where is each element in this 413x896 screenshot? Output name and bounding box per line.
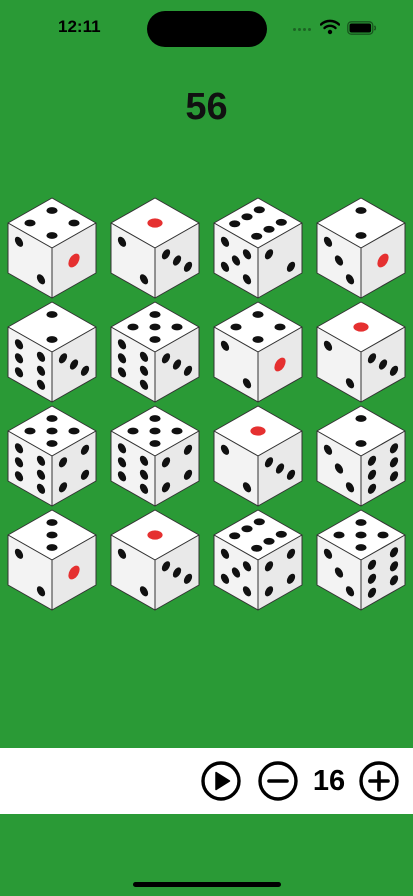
pip: [149, 427, 161, 435]
pip: [263, 537, 275, 545]
pip: [46, 232, 58, 239]
pip: [355, 415, 367, 422]
pip: [252, 311, 264, 318]
die[interactable]: [7, 509, 97, 611]
pip: [263, 225, 275, 233]
pip: [46, 440, 58, 447]
dynamic-island: [147, 11, 267, 47]
pip: [275, 530, 287, 538]
die[interactable]: [110, 301, 200, 403]
dice-grid: [7, 197, 406, 611]
pip: [127, 427, 139, 435]
pip: [377, 531, 389, 539]
die[interactable]: [213, 301, 303, 403]
cellular-signal-icon: [293, 28, 315, 34]
pip: [68, 219, 80, 227]
status-bar: 12:11: [0, 0, 413, 54]
red-pip: [353, 322, 369, 332]
pip: [46, 415, 58, 422]
pip: [251, 232, 263, 240]
pip: [229, 220, 241, 228]
plus-button[interactable]: [358, 760, 400, 802]
die[interactable]: [7, 197, 97, 299]
wifi-icon: [320, 19, 340, 35]
die[interactable]: [316, 301, 406, 403]
pip: [46, 519, 58, 526]
pip: [68, 427, 80, 435]
play-button[interactable]: [200, 760, 242, 802]
pip: [230, 323, 242, 331]
die[interactable]: [213, 509, 303, 611]
die[interactable]: [110, 405, 200, 507]
die[interactable]: [316, 197, 406, 299]
red-pip: [147, 218, 163, 228]
pip: [229, 532, 241, 540]
pip: [46, 544, 58, 551]
pip: [355, 544, 367, 551]
pip: [355, 207, 367, 214]
die[interactable]: [110, 197, 200, 299]
status-time: 12:11: [58, 17, 101, 36]
die[interactable]: [110, 509, 200, 611]
pip: [275, 218, 287, 226]
die[interactable]: [213, 405, 303, 507]
pip: [274, 323, 286, 331]
pip: [252, 336, 264, 343]
pip: [46, 207, 58, 214]
pip: [149, 336, 161, 343]
pip: [46, 336, 58, 343]
pip: [253, 206, 265, 214]
red-pip: [250, 426, 266, 436]
pip: [241, 213, 253, 221]
pip: [355, 519, 367, 526]
die[interactable]: [7, 405, 97, 507]
pip: [251, 544, 263, 552]
pip: [149, 323, 161, 331]
bottom-toolbar: 16: [0, 748, 413, 814]
die[interactable]: [316, 509, 406, 611]
pip: [127, 323, 139, 331]
pip: [46, 427, 58, 435]
pip: [355, 531, 367, 539]
pip: [46, 311, 58, 318]
home-indicator: [133, 882, 281, 887]
pip: [24, 427, 36, 435]
pip: [46, 531, 58, 539]
pip: [149, 440, 161, 447]
pip: [171, 427, 183, 435]
red-pip: [147, 530, 163, 540]
minus-button[interactable]: [257, 760, 299, 802]
pip: [149, 311, 161, 318]
die[interactable]: [316, 405, 406, 507]
pip: [171, 323, 183, 331]
die[interactable]: [7, 301, 97, 403]
battery-icon: [347, 21, 377, 35]
dice-count: 16: [312, 765, 346, 797]
pip: [253, 518, 265, 526]
score-display: 56: [185, 86, 228, 128]
pip: [355, 232, 367, 239]
pip: [333, 531, 345, 539]
pip: [149, 415, 161, 422]
pip: [24, 219, 36, 227]
dice-board: [0, 190, 413, 620]
pip: [355, 440, 367, 447]
die[interactable]: [213, 197, 303, 299]
pip: [241, 525, 253, 533]
